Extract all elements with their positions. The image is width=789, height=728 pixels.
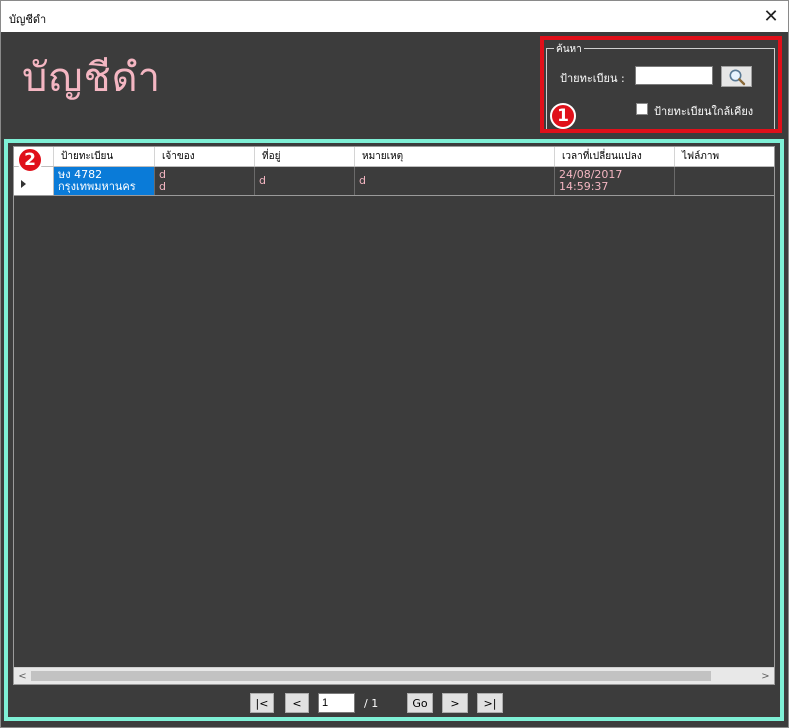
- callout-badge-2: 2: [17, 147, 43, 173]
- go-button[interactable]: Go: [407, 693, 433, 713]
- next-page-button[interactable]: >: [442, 693, 468, 713]
- page-title: บัญชีดำ: [22, 55, 162, 101]
- previous-page-button[interactable]: <: [285, 693, 309, 713]
- search-highlight-frame: [540, 36, 782, 133]
- page-total: / 1: [364, 697, 379, 710]
- first-page-button[interactable]: |<: [250, 693, 274, 713]
- window-title: บัญชีดำ: [9, 13, 47, 26]
- last-page-button[interactable]: >|: [477, 693, 503, 713]
- close-icon[interactable]: ✕: [754, 1, 788, 32]
- title-bar: บัญชีดำ ✕: [1, 1, 788, 32]
- grid-highlight-frame: [4, 139, 784, 721]
- callout-badge-1: 1: [550, 103, 576, 129]
- page-number-input[interactable]: [318, 693, 355, 713]
